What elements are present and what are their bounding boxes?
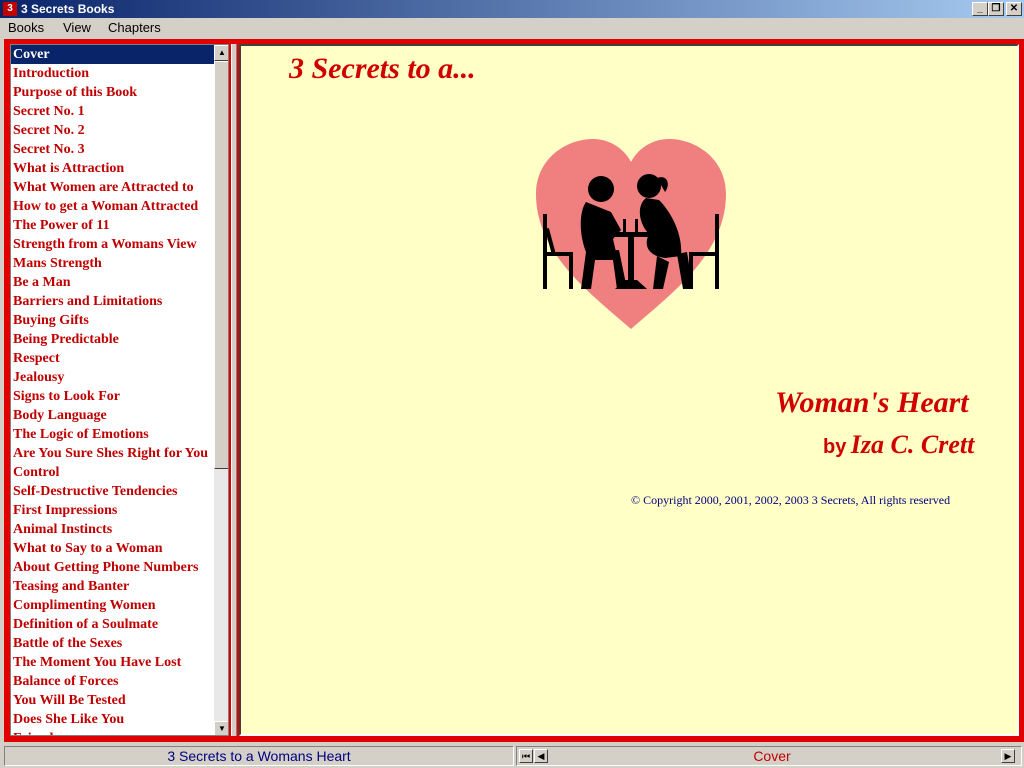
scroll-thumb[interactable] (214, 61, 228, 469)
heart-couple-illustration (536, 139, 726, 329)
chapter-list-item[interactable]: Animal Instincts (11, 520, 214, 539)
chapter-navigator: ⏮ ◀ Cover ▶ (516, 746, 1022, 766)
chapter-list-item[interactable]: Are You Sure Shes Right for You (11, 444, 214, 463)
author-line: by Iza C. Crett (823, 430, 974, 460)
chapter-list-item[interactable]: The Logic of Emotions (11, 425, 214, 444)
chapter-list-item[interactable]: Complimenting Women (11, 596, 214, 615)
chapter-list-item[interactable]: Be a Man (11, 273, 214, 292)
previous-chapter-icon[interactable]: ◀ (534, 749, 548, 763)
chapter-list-item[interactable]: The Moment You Have Lost (11, 653, 214, 672)
scroll-up-icon[interactable]: ▲ (214, 45, 228, 61)
chapter-list-item[interactable]: Self-Destructive Tendencies (11, 482, 214, 501)
chapter-list-item[interactable]: Secret No. 2 (11, 121, 214, 140)
chapter-list-item[interactable]: Secret No. 1 (11, 102, 214, 121)
chapter-list-item[interactable]: What is Attraction (11, 159, 214, 178)
minimize-button[interactable]: _ (972, 2, 988, 16)
menu-bar: Books View Chapters (0, 18, 1024, 38)
copyright-notice: © Copyright 2000, 2001, 2002, 2003 3 Sec… (631, 493, 951, 507)
window-title: 3 Secrets Books (21, 2, 115, 16)
chapter-list-item[interactable]: About Getting Phone Numbers (11, 558, 214, 577)
maximize-button[interactable]: ❐ (988, 2, 1004, 16)
chapter-list-item[interactable]: First Impressions (11, 501, 214, 520)
menu-view[interactable]: View (63, 20, 91, 35)
chapter-list-item[interactable]: Cover (11, 45, 214, 64)
chapter-list-pane: Cover Introduction Purpose of this Book Sec… (10, 44, 229, 736)
chapter-list-scrollbar[interactable]: ▲ ▼ (214, 45, 228, 735)
chapter-list-item[interactable]: Mans Strength (11, 254, 214, 273)
chapter-list-item[interactable]: Balance of Forces (11, 672, 214, 691)
status-current-chapter: Cover (753, 748, 791, 764)
chapter-list-item[interactable]: You Will Be Tested (11, 691, 214, 710)
title-bar: 3 3 Secrets Books _ ❐ ✕ (0, 0, 1024, 18)
chapter-list-item[interactable]: What to Say to a Woman (11, 539, 214, 558)
book-logo-text: 3 Secrets to a... (289, 52, 476, 85)
chapter-list-item[interactable]: How to get a Woman Attracted (11, 197, 214, 216)
chapter-list-item[interactable]: Buying Gifts (11, 311, 214, 330)
chapter-list-item[interactable]: Respect (11, 349, 214, 368)
chapter-list-item[interactable]: Strength from a Womans View (11, 235, 214, 254)
chapter-list-item[interactable]: Does She Like You (11, 710, 214, 729)
next-chapter-icon[interactable]: ▶ (1001, 749, 1015, 763)
chapter-list-item[interactable]: Teasing and Banter (11, 577, 214, 596)
menu-chapters[interactable]: Chapters (108, 20, 161, 35)
chapter-list-item[interactable]: Signs to Look For (11, 387, 214, 406)
menu-books[interactable]: Books (8, 20, 44, 35)
app-icon[interactable]: 3 (3, 2, 17, 16)
close-button[interactable]: ✕ (1006, 2, 1022, 16)
chapter-list-item[interactable]: Introduction (11, 64, 214, 83)
first-chapter-icon[interactable]: ⏮ (519, 749, 533, 763)
page-content: 3 Secrets to a... Woman's Heart by Iza C… (239, 44, 1019, 736)
status-book-title: 3 Secrets to a Womans Heart (4, 746, 514, 766)
chapter-list[interactable]: Cover Introduction Purpose of this Book Sec… (11, 45, 214, 735)
chapter-list-item[interactable]: What Women are Attracted to (11, 178, 214, 197)
book-title: Woman's Heart (775, 386, 969, 419)
chapter-list-item[interactable]: Barriers and Limitations (11, 292, 214, 311)
chapter-list-item[interactable]: The Power of 11 (11, 216, 214, 235)
chapter-list-item[interactable]: Friends (11, 729, 214, 735)
chapter-list-item[interactable]: Control (11, 463, 214, 482)
chapter-list-item[interactable]: Battle of the Sexes (11, 634, 214, 653)
by-label: by (823, 436, 847, 458)
chapter-list-item[interactable]: Body Language (11, 406, 214, 425)
status-bar: 3 Secrets to a Womans Heart ⏮ ◀ Cover ▶ (0, 744, 1024, 768)
chapter-list-item[interactable]: Jealousy (11, 368, 214, 387)
author-name: Iza C. Crett (850, 430, 975, 459)
chapter-list-item[interactable]: Definition of a Soulmate (11, 615, 214, 634)
chapter-list-item[interactable]: Secret No. 3 (11, 140, 214, 159)
chapter-list-item[interactable]: Being Predictable (11, 330, 214, 349)
scroll-down-icon[interactable]: ▼ (214, 721, 228, 735)
chapter-list-item[interactable]: Purpose of this Book (11, 83, 214, 102)
pane-splitter[interactable] (231, 44, 237, 736)
